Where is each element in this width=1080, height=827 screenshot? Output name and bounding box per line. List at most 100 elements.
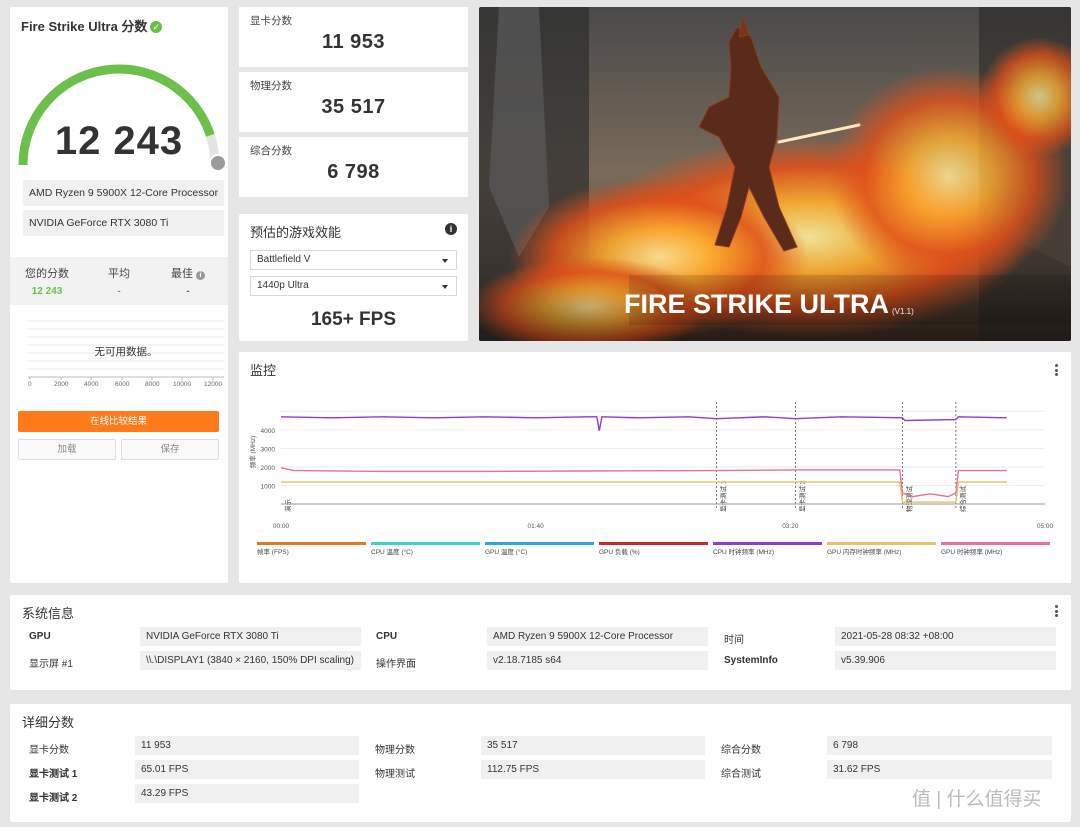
watermark: 值 | 什么值得买 (912, 789, 1042, 810)
detail-value: 112.75 FPS (481, 760, 705, 779)
x-tick-label: 00:00 (273, 523, 290, 530)
system-info-title: 系统信息 (22, 606, 75, 621)
detail-value: 65.01 FPS (135, 760, 359, 779)
monitoring-title: 监控 (250, 363, 277, 378)
sysinfo-value: NVIDIA GeForce RTX 3080 Ti (140, 627, 361, 646)
legend-label: GPU 时钟频率 (MHz) (941, 547, 1002, 556)
marker-label: 物理测试 (904, 486, 913, 513)
sysinfo-value: v5.39.906 (835, 651, 1056, 670)
stat-best: 最佳 i - (162, 265, 214, 297)
physics-score-value: 35 517 (321, 96, 386, 118)
benchmark-hero-image: FIRE STRIKE ULTRA (V1.1) (479, 7, 1071, 341)
x-tick-label: 03:20 (782, 523, 799, 530)
sysinfo-value: 2021-05-28 08:32 +08:00 (835, 627, 1056, 646)
stat-average-value: - (117, 286, 121, 297)
sysinfo-key: 显示屏 #1 (29, 659, 73, 670)
sysinfo-value: v2.18.7185 s64 (487, 651, 708, 670)
marker-label: 显卡测试 1 (718, 480, 727, 512)
x-tick-label: 05:00 (1037, 523, 1054, 530)
legend-label: 帧率 (FPS) (257, 547, 289, 556)
detail-value: 6 798 (827, 736, 1052, 755)
dist-tick: 2000 (54, 381, 69, 388)
preset-select[interactable]: 1440p Ultra (250, 276, 457, 296)
legend-swatch (485, 542, 594, 545)
distribution-x-ticks: 0 2000 4000 6000 8000 10000 12000 (28, 381, 224, 391)
dist-tick: 4000 (84, 381, 99, 388)
score-title-text: Fire Strike Ultra 分数 (21, 19, 148, 34)
score-panel: Fire Strike Ultra 分数 ✓ 12 243 AMD Ryzen 9… (10, 7, 228, 583)
more-options-icon[interactable] (1055, 605, 1059, 619)
detail-key: 显卡测试 1 (29, 769, 78, 780)
legend-label: CPU 温度 (°C) (371, 547, 413, 556)
cpu-name: AMD Ryzen 9 5900X 12-Core Processor (23, 180, 224, 206)
dist-tick: 12000 (204, 381, 223, 388)
legend-label: GPU 负载 (%) (599, 547, 640, 556)
sysinfo-value: \\.\DISPLAY1 (3840 × 2160, 150% DPI scal… (140, 651, 361, 670)
combined-score-value: 6 798 (327, 161, 380, 183)
sysinfo-key: GPU (29, 631, 51, 642)
stat-average: 平均 - (96, 265, 142, 297)
y-axis-label: 频率 (MHz) (248, 436, 257, 469)
compare-online-button[interactable]: 在线比较结果 (18, 411, 219, 432)
legend-swatch (599, 542, 708, 545)
physics-score-label: 物理分数 (250, 80, 292, 92)
marker-label: 综合测试 (958, 486, 967, 513)
detail-key: 显卡分数 (29, 745, 69, 756)
sysinfo-value: AMD Ryzen 9 5900X 12-Core Processor (487, 627, 708, 646)
legend-swatch (827, 542, 936, 545)
detail-value: 43.29 FPS (135, 784, 359, 803)
info-icon[interactable]: i (445, 223, 457, 235)
combined-score-label: 综合分数 (250, 145, 292, 157)
y-tick-label: 1000 (261, 483, 276, 490)
detail-key: 物理测试 (375, 769, 415, 780)
hero-version: (V1.1) (892, 307, 914, 316)
chevron-down-icon (442, 285, 448, 289)
x-tick-label: 01:40 (528, 523, 545, 530)
hero-artwork: FIRE STRIKE ULTRA (V1.1) (479, 7, 1071, 341)
graphics-score-label: 显卡分数 (250, 15, 292, 27)
detail-value: 11 953 (135, 736, 359, 755)
y-tick-label: 3000 (261, 446, 276, 453)
sysinfo-key: CPU (376, 631, 398, 642)
detail-value: 35 517 (481, 736, 705, 755)
stat-yours-value: 12 243 (31, 286, 63, 297)
game-select[interactable]: Battlefield V (250, 250, 457, 270)
verified-check-icon: ✓ (150, 21, 163, 33)
detail-key: 显卡测试 2 (29, 793, 78, 804)
legend-swatch (713, 542, 822, 545)
detail-scores-title: 详细分数 (22, 715, 75, 730)
game-performance-panel: 预估的游戏效能 i Battlefield V 1440p Ultra 165+… (239, 214, 468, 341)
graphics-score-value: 11 953 (321, 31, 386, 53)
physics-score-box: 物理分数 35 517 (239, 72, 468, 132)
game-select-value: Battlefield V (257, 254, 311, 265)
legend-swatch (941, 542, 1050, 545)
score-title: Fire Strike Ultra 分数 ✓ (21, 16, 163, 36)
score-stats: 您的分数 12 243 平均 - 最佳 i - (10, 257, 228, 305)
detail-key: 综合分数 (721, 745, 761, 756)
marker-label: 显卡测试 2 (797, 480, 806, 512)
dist-tick: 8000 (145, 381, 160, 388)
detail-value: 31.62 FPS (827, 760, 1052, 779)
game-performance-title: 预估的游戏效能 (250, 225, 342, 240)
y-tick-label: 2000 (261, 465, 276, 472)
hero-title: FIRE STRIKE ULTRA (624, 289, 889, 319)
legend-swatch (371, 542, 480, 545)
monitoring-panel: 监控 演示 显卡测试 1 显卡测试 2 物理测试 综合测试 1000 2000 3000 40… (239, 352, 1071, 583)
legend-label: CPU 时钟频率 (MHz) (713, 547, 774, 556)
dist-tick: 10000 (173, 381, 192, 388)
preset-select-value: 1440p Ultra (257, 280, 309, 291)
marker-label: 演示 (283, 499, 292, 513)
sysinfo-key: 操作界面 (376, 659, 416, 670)
more-options-icon[interactable] (1055, 364, 1059, 378)
stat-best-value: - (186, 286, 190, 297)
legend-label: GPU 温度 (°C) (485, 547, 527, 556)
info-icon[interactable]: i (196, 271, 206, 280)
detail-key: 物理分数 (375, 745, 415, 756)
load-button[interactable]: 加载 (18, 439, 116, 460)
stat-best-label: 最佳 (170, 268, 193, 280)
stat-yours: 您的分数 12 243 (22, 265, 72, 297)
detail-key: 综合测试 (721, 769, 761, 780)
y-tick-label: 4000 (261, 428, 276, 435)
save-button[interactable]: 保存 (121, 439, 219, 460)
score-distribution-chart: 无可用数据。 0 2000 4000 6000 8000 10000 12000 (28, 315, 224, 391)
